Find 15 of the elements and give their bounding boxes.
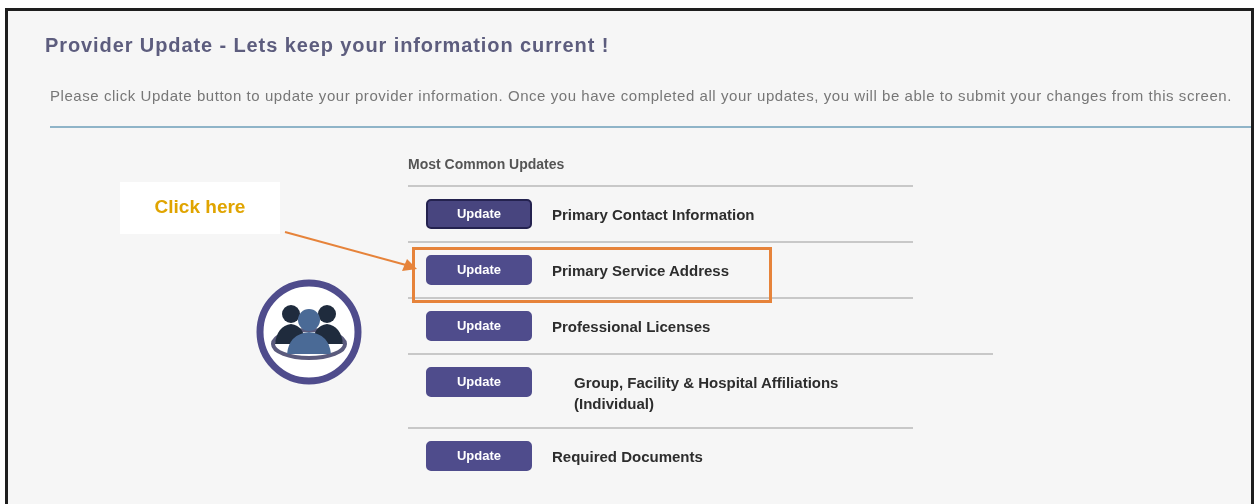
user-group-icon	[255, 277, 363, 386]
page-title: Provider Update - Lets keep your information current !	[44, 33, 611, 57]
update-button[interactable]: Update	[426, 441, 532, 471]
update-button[interactable]: Update	[426, 198, 532, 229]
instructions-text: Please click Update button to update your provider information. Once you have completed all your updates, you will be able to submit your changes from this screen.	[50, 86, 1232, 106]
update-label: Required Documents	[552, 447, 703, 467]
update-label: Group, Facility & Hospital Affiliations (Individual)	[573, 372, 840, 415]
update-button[interactable]: Update	[426, 254, 532, 285]
callout-label: Click here	[120, 181, 280, 234]
update-button[interactable]: Update	[426, 366, 532, 397]
update-label: Professional Licenses	[552, 316, 711, 337]
update-button[interactable]: Update	[426, 310, 532, 341]
update-label: Primary Contact Information	[552, 204, 755, 225]
section-heading: Most Common Updates	[408, 153, 913, 187]
update-label: Primary Service Address	[552, 260, 730, 281]
